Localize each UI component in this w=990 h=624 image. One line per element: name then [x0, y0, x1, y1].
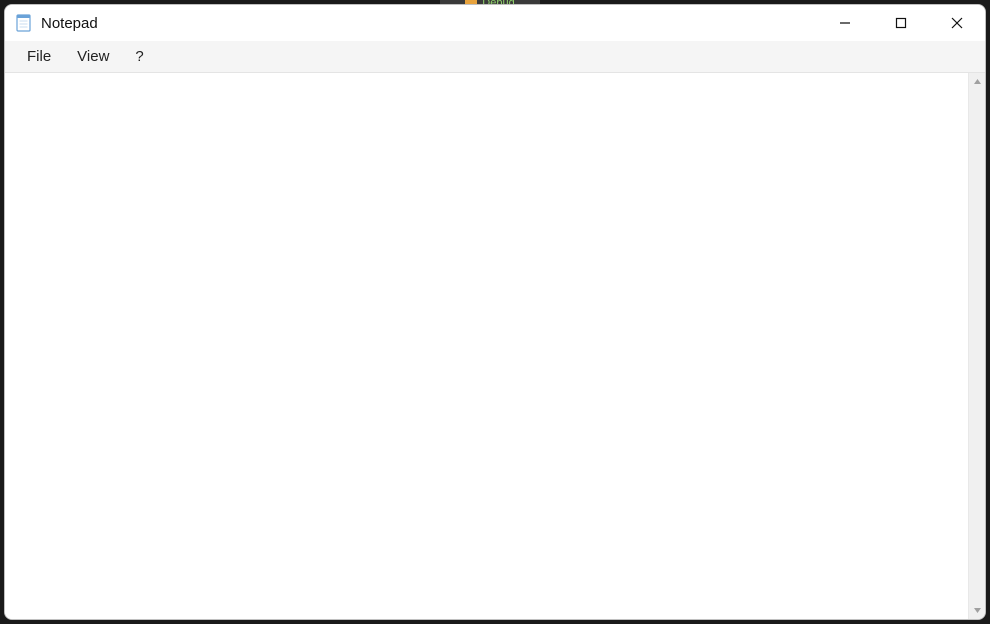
close-button[interactable] — [929, 5, 985, 41]
maximize-button[interactable] — [873, 5, 929, 41]
menu-bar: File View ? — [5, 41, 985, 73]
minimize-button[interactable] — [817, 5, 873, 41]
vertical-scrollbar[interactable] — [968, 73, 985, 619]
window-controls — [817, 5, 985, 41]
text-editor[interactable] — [5, 73, 968, 619]
content-area — [5, 73, 985, 619]
scroll-down-arrow-icon[interactable] — [969, 602, 986, 619]
title-bar[interactable]: Notepad — [5, 5, 985, 41]
scroll-up-arrow-icon[interactable] — [969, 73, 986, 90]
notepad-icon — [15, 14, 33, 32]
menu-view[interactable]: View — [65, 44, 121, 69]
menu-file[interactable]: File — [15, 44, 63, 69]
app-title: Notepad — [41, 15, 98, 32]
notepad-window: Notepad File View ? — [4, 4, 986, 620]
title-left: Notepad — [15, 14, 98, 32]
menu-help[interactable]: ? — [123, 44, 155, 69]
